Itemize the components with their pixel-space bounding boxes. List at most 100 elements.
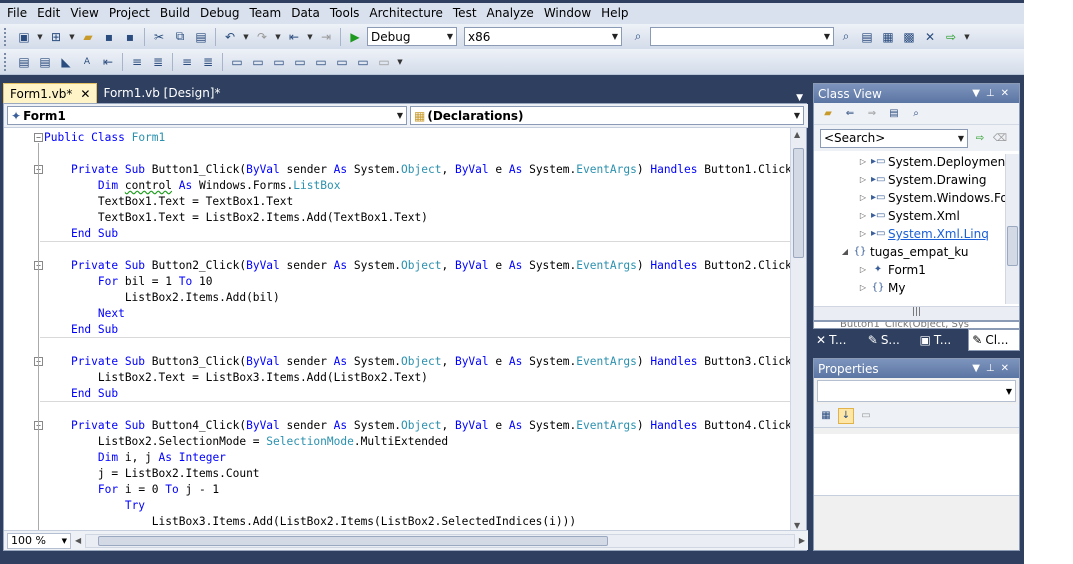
decrease-indent-icon[interactable]: ⇤ <box>99 53 117 71</box>
expander-icon[interactable]: ◢ <box>840 243 850 261</box>
find-combo[interactable]: ▼ <box>650 27 834 46</box>
menu-item-view[interactable]: View <box>65 3 103 24</box>
menu-item-edit[interactable]: Edit <box>32 3 65 24</box>
toolbar-grip[interactable] <box>4 27 8 46</box>
menu-item-window[interactable]: Window <box>539 3 596 24</box>
navigate-icon[interactable]: ⇤ <box>285 28 303 46</box>
complete-word-icon[interactable]: A <box>78 53 96 71</box>
quick-info-icon[interactable]: ◣ <box>57 53 75 71</box>
menu-item-file[interactable]: File <box>2 3 32 24</box>
code-line[interactable]: Dim i, j As Integer <box>44 450 226 466</box>
expander-icon[interactable]: ▷ <box>858 207 868 225</box>
next-bookmark-icon[interactable]: ▭ <box>270 53 288 71</box>
toolbar-grip[interactable] <box>4 52 8 71</box>
expander-icon[interactable]: ▷ <box>858 261 868 279</box>
menu-item-tools[interactable]: Tools <box>325 3 365 24</box>
solution-explorer-icon[interactable]: ⌕ <box>837 28 855 46</box>
code-area[interactable]: Public Class Form1 Private Sub Button1_C… <box>4 128 792 532</box>
solution-platform-select[interactable]: x86 ▼ <box>464 27 622 46</box>
code-line[interactable]: Next <box>44 306 125 322</box>
menu-item-data[interactable]: Data <box>286 3 325 24</box>
property-grid[interactable] <box>814 434 1019 496</box>
code-line[interactable]: Private Sub Button3_Click(ByVal sender A… <box>44 354 792 370</box>
collapse-icon[interactable]: − <box>34 133 43 142</box>
tool-tab[interactable]: ✎ Cl... <box>968 329 1020 351</box>
chevron-down-icon[interactable]: ▼ <box>274 33 282 41</box>
panel-controls[interactable]: ▼⊥✕ <box>972 363 1015 374</box>
new-project-icon[interactable]: ▣ <box>15 28 33 46</box>
previous-bookmark-icon[interactable]: ▭ <box>249 53 267 71</box>
code-line[interactable]: Private Sub Button4_Click(ByVal sender A… <box>44 418 792 434</box>
extension-manager-icon[interactable]: ⇨ <box>942 28 960 46</box>
menu-item-help[interactable]: Help <box>596 3 633 24</box>
menu-item-team[interactable]: Team <box>244 3 286 24</box>
tree-item[interactable]: ▷ ✦ Form1 <box>858 261 926 279</box>
code-line[interactable]: Dim control As Windows.Forms.ListBox <box>44 178 341 194</box>
scroll-up-icon[interactable]: ▲ <box>794 130 800 139</box>
code-line[interactable]: For i = 0 To j - 1 <box>44 482 219 498</box>
tree-item[interactable]: ▷ ▸▭ System.Xml.Linq <box>858 225 989 243</box>
tools-icon[interactable]: ✕ <box>921 28 939 46</box>
tree-item[interactable]: ▷{} My <box>858 279 906 297</box>
search-go-icon[interactable]: ⇨ <box>972 130 988 146</box>
view-members-icon[interactable]: ⌕ <box>908 106 924 122</box>
comment-out-icon[interactable]: ≡ <box>178 53 196 71</box>
tab-form1-design[interactable]: Form1.vb [Design]* <box>97 83 226 103</box>
code-line[interactable]: ListBox3.Items.Add(ListBox2.Items(ListBo… <box>44 514 576 530</box>
add-item-icon[interactable]: ⊞ <box>47 28 65 46</box>
expander-icon[interactable]: ▷ <box>858 171 868 189</box>
code-line[interactable]: Public Class Form1 <box>44 130 165 146</box>
display-object-member-list-icon[interactable]: ▤ <box>15 53 33 71</box>
expander-icon[interactable]: ▷ <box>858 189 868 207</box>
code-line[interactable]: j = ListBox2.Items.Count <box>44 466 260 482</box>
chevron-down-icon[interactable]: ▼ <box>963 33 971 41</box>
scrollbar-thumb[interactable] <box>793 148 804 258</box>
code-line[interactable]: ListBox2.SelectionMode = SelectionMode.M… <box>44 434 448 450</box>
menu-item-project[interactable]: Project <box>104 3 155 24</box>
members-pane[interactable]: Button1_Click(Object, Sys <box>813 321 1020 329</box>
scrollbar-thumb[interactable] <box>98 535 609 546</box>
copy-icon[interactable]: ⧉ <box>171 28 189 46</box>
paste-icon[interactable]: ▤ <box>192 28 210 46</box>
tree-horizontal-scrollbar[interactable]: ||| <box>814 306 1019 320</box>
chevron-down-icon[interactable]: ▼ <box>242 33 250 41</box>
parameter-info-icon[interactable]: ▤ <box>36 53 54 71</box>
toolbox-icon[interactable]: ▩ <box>900 28 918 46</box>
tree-item[interactable]: ▷ ▸▭ System.Windows.Forms <box>858 189 1019 207</box>
forward-icon[interactable]: ⇒ <box>864 106 880 122</box>
code-line[interactable]: End Sub <box>44 386 118 402</box>
menu-item-analyze[interactable]: Analyze <box>482 3 539 24</box>
save-icon[interactable]: ▪ <box>100 28 118 46</box>
code-line[interactable]: TextBox1.Text = TextBox1.Text <box>44 194 293 210</box>
vertical-scrollbar[interactable]: ▲ ▼ <box>790 128 806 532</box>
tool-tab[interactable]: ✕ T... <box>813 329 863 351</box>
properties-window-icon[interactable]: ▤ <box>858 28 876 46</box>
code-line[interactable]: End Sub <box>44 322 118 338</box>
clear-search-icon[interactable]: ⌫ <box>992 130 1008 146</box>
menu-item-build[interactable]: Build <box>155 3 195 24</box>
scroll-left-icon[interactable]: ◀ <box>75 536 81 545</box>
expander-icon[interactable]: ▷ <box>858 279 868 297</box>
outdent-icon[interactable]: ≣ <box>149 53 167 71</box>
find-in-files-icon[interactable]: ⌕ <box>629 28 647 46</box>
categorized-icon[interactable]: ▦ <box>818 408 834 424</box>
property-pages-icon[interactable]: ▭ <box>858 408 874 424</box>
scroll-right-icon[interactable]: ▶ <box>799 536 805 545</box>
start-debugging-icon[interactable]: ▶ <box>346 28 364 46</box>
code-line[interactable]: ListBox2.Items.Add(bil) <box>44 290 280 306</box>
uncomment-icon[interactable]: ≣ <box>199 53 217 71</box>
horizontal-scrollbar[interactable] <box>85 533 795 548</box>
menu-item-architecture[interactable]: Architecture <box>364 3 447 24</box>
cut-icon[interactable]: ✂ <box>150 28 168 46</box>
settings-icon[interactable]: ▤ <box>886 106 902 122</box>
clear-bookmarks-icon[interactable]: ▭ <box>375 53 393 71</box>
menu-item-debug[interactable]: Debug <box>195 3 244 24</box>
toggle-bookmark-icon[interactable]: ▭ <box>228 53 246 71</box>
code-line[interactable]: Try <box>44 498 145 514</box>
code-line[interactable]: Private Sub Button2_Click(ByVal sender A… <box>44 258 792 274</box>
previous-bookmark-in-document-icon[interactable]: ▭ <box>333 53 351 71</box>
new-folder-icon[interactable]: ▰ <box>820 106 836 122</box>
tree-item[interactable]: ▷ ▸▭ System.Xml <box>858 207 960 225</box>
previous-bookmark-in-folder-icon[interactable]: ▭ <box>291 53 309 71</box>
method-name-select[interactable]: ▦ (Declarations) ▼ <box>410 106 804 125</box>
